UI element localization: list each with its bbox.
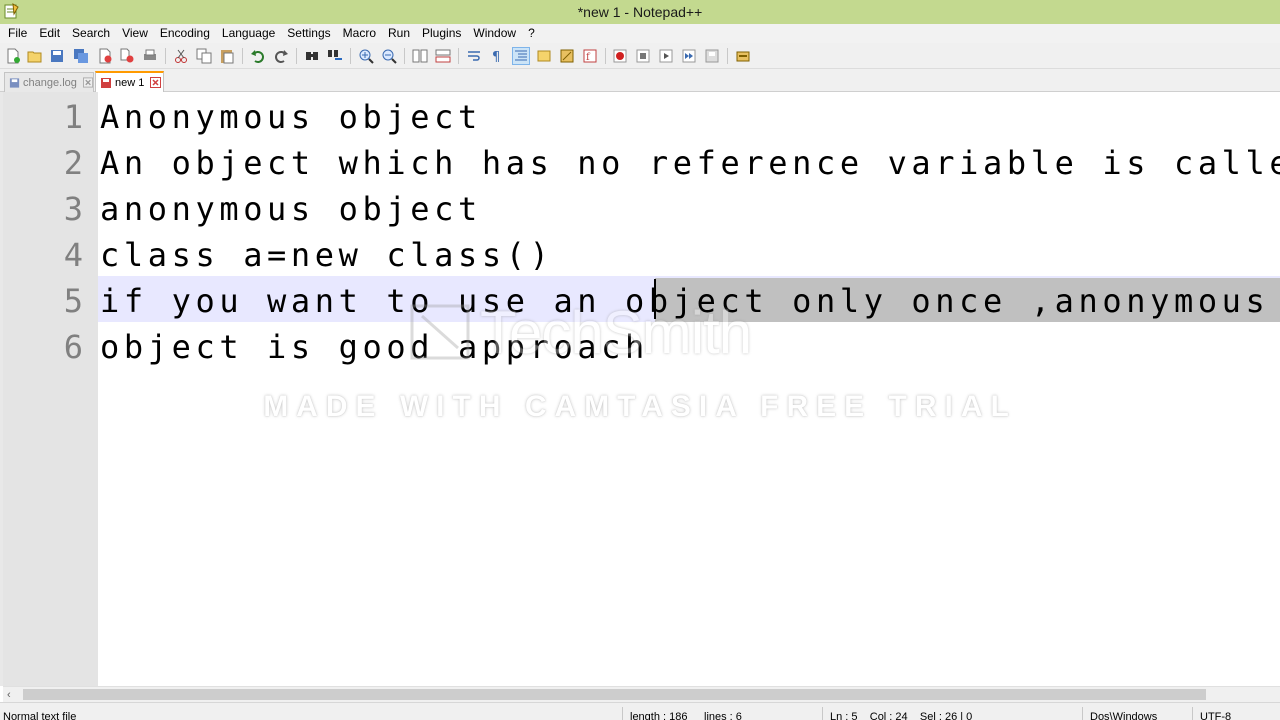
save-icon[interactable]: [48, 47, 66, 65]
tab-change-log[interactable]: change.log: [4, 72, 94, 92]
editor-line: 2 An object which has no reference varia…: [3, 140, 1280, 186]
sync-vertical-icon[interactable]: [411, 47, 429, 65]
status-eol: Dos\Windows: [1090, 711, 1158, 720]
redo-icon[interactable]: [272, 47, 290, 65]
scroll-left-arrow-icon[interactable]: ‹: [7, 689, 11, 701]
saved-file-icon: [9, 77, 20, 88]
close-icon[interactable]: [150, 77, 162, 88]
indent-guide-icon[interactable]: [512, 47, 530, 65]
title-bar: *new 1 - Notepad++: [0, 0, 1280, 24]
close-icon[interactable]: [82, 77, 93, 88]
menu-file[interactable]: File: [2, 25, 33, 42]
cut-icon[interactable]: [172, 47, 190, 65]
horizontal-scrollbar[interactable]: ‹: [3, 686, 1280, 702]
line-number: 4: [63, 236, 83, 274]
show-all-chars-icon[interactable]: ¶: [488, 47, 506, 65]
status-encoding: UTF-8: [1200, 711, 1232, 720]
watermark-trial-text: MADE WITH CAMTASIA FREE TRIAL: [263, 390, 1017, 423]
find-icon[interactable]: [303, 47, 321, 65]
line-text[interactable]: anonymous object: [100, 186, 482, 232]
save-all-icon[interactable]: [72, 47, 90, 65]
tab-bar: change.log new 1: [0, 69, 1280, 92]
copy-icon[interactable]: [195, 47, 213, 65]
menu-language[interactable]: Language: [216, 25, 281, 42]
menu-help[interactable]: ?: [522, 25, 541, 42]
replace-icon[interactable]: [326, 47, 344, 65]
toolbar: ¶ f: [0, 43, 1280, 69]
techsmith-logo-icon: [410, 304, 470, 360]
menu-window[interactable]: Window: [467, 25, 522, 42]
status-position: Ln : 5 Col : 24 Sel : 26 | 0: [830, 711, 973, 720]
paste-icon[interactable]: [218, 47, 236, 65]
play-macro-icon[interactable]: [657, 47, 675, 65]
tab-new-1[interactable]: new 1: [95, 71, 164, 92]
watermark-logo-text: TechSmith: [480, 299, 752, 366]
status-file-type: Normal text file: [3, 711, 77, 720]
run-macro-multiple-icon[interactable]: [680, 47, 698, 65]
line-number: 3: [63, 190, 83, 228]
menu-settings[interactable]: Settings: [281, 25, 336, 42]
close-all-icon[interactable]: [118, 47, 136, 65]
tab-label: change.log: [23, 76, 77, 89]
undo-icon[interactable]: [249, 47, 267, 65]
unsaved-file-icon: [101, 77, 111, 88]
status-bar: Normal text file length : 186 lines : 6 …: [0, 702, 1280, 720]
techsmith-watermark: TechSmith: [410, 298, 880, 368]
menu-run[interactable]: Run: [382, 25, 416, 42]
menu-bar: File Edit Search View Encoding Language …: [0, 24, 1280, 43]
menu-edit[interactable]: Edit: [33, 25, 66, 42]
window-title: *new 1 - Notepad++: [577, 4, 703, 20]
line-text[interactable]: An object which has no reference variabl…: [100, 140, 1280, 186]
tab-label: new 1: [115, 76, 145, 89]
editor-line: 4 class a=new class(): [3, 232, 1280, 278]
save-macro-icon[interactable]: [703, 47, 721, 65]
line-number: 5: [63, 282, 83, 320]
record-macro-icon[interactable]: [611, 47, 629, 65]
line-number: 1: [63, 98, 83, 136]
function-list-icon[interactable]: f: [581, 47, 599, 65]
scrollbar-thumb[interactable]: [23, 689, 1206, 700]
zoom-out-icon[interactable]: [380, 47, 398, 65]
close-file-icon[interactable]: [96, 47, 114, 65]
editor-line: 3 anonymous object: [3, 186, 1280, 232]
line-text[interactable]: class a=new class(): [100, 232, 553, 278]
menu-plugins[interactable]: Plugins: [416, 25, 467, 42]
editor-area[interactable]: 1 Anonymous object 2 An object which has…: [0, 92, 1280, 686]
word-wrap-icon[interactable]: [465, 47, 483, 65]
menu-encoding[interactable]: Encoding: [154, 25, 216, 42]
doc-map-icon[interactable]: [558, 47, 576, 65]
menu-macro[interactable]: Macro: [337, 25, 382, 42]
line-number: 6: [63, 328, 83, 366]
status-lines: lines : 6: [704, 711, 742, 720]
udl-icon[interactable]: [535, 47, 553, 65]
status-length: length : 186: [630, 711, 688, 720]
new-file-icon[interactable]: [4, 47, 22, 65]
menu-search[interactable]: Search: [66, 25, 116, 42]
launch-browser-icon[interactable]: [734, 47, 752, 65]
editor-line: 1 Anonymous object: [3, 94, 1280, 140]
svg-text:¶: ¶: [492, 50, 500, 64]
sync-horizontal-icon[interactable]: [434, 47, 452, 65]
open-file-icon[interactable]: [26, 47, 44, 65]
stop-macro-icon[interactable]: [634, 47, 652, 65]
print-icon[interactable]: [141, 47, 159, 65]
line-text[interactable]: Anonymous object: [100, 94, 482, 140]
line-number: 2: [63, 144, 83, 182]
menu-view[interactable]: View: [116, 25, 154, 42]
zoom-in-icon[interactable]: [357, 47, 375, 65]
